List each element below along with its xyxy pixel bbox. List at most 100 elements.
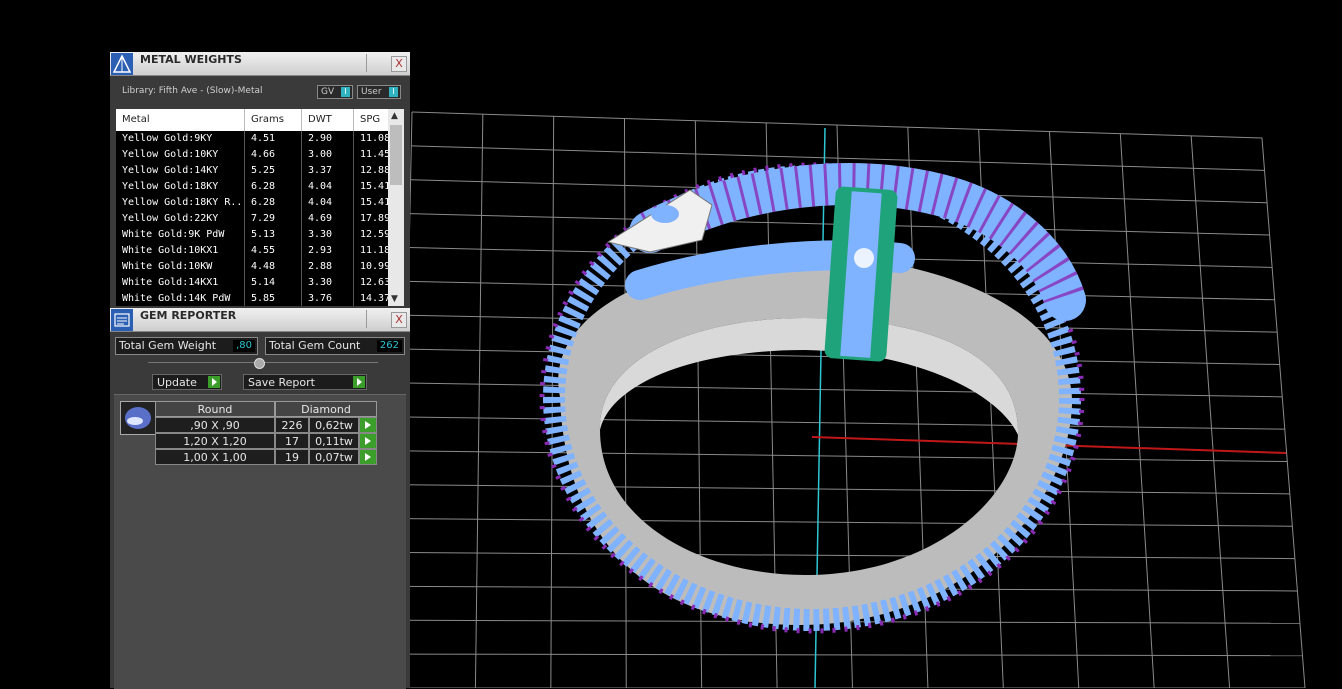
grams-cell: 5.85	[245, 291, 302, 306]
dwt-cell: 2.88	[302, 259, 354, 275]
snake-ring-model[interactable]	[539, 162, 1086, 634]
gem-weight-cell: 0,07tw	[309, 449, 359, 465]
total-gem-count-field: Total Gem Count 262	[265, 337, 405, 355]
dwt-cell: 3.37	[302, 163, 354, 179]
grid-line-vertical	[474, 114, 484, 688]
row-action-button[interactable]	[359, 433, 377, 449]
title-separator	[366, 54, 367, 72]
column-header-spg[interactable]: SPG	[354, 109, 388, 131]
spg-cell: 11.18	[354, 243, 388, 259]
spg-cell: 10.99	[354, 259, 388, 275]
grams-cell: 4.51	[245, 131, 302, 147]
table-row[interactable]: Yellow Gold:18KY 6.28 4.04 15.41	[116, 179, 388, 195]
metal-name-cell: White Gold:10KW	[116, 259, 245, 275]
spg-cell: 17.89	[354, 211, 388, 227]
table-row[interactable]: White Gold:10KW 4.48 2.88 10.99	[116, 259, 388, 275]
total-gem-weight-value: ,80	[233, 340, 255, 352]
metal-weights-table[interactable]: Metal Grams DWT SPG Yellow Gold:9KY 4.51 2…	[116, 109, 388, 306]
grams-cell: 4.66	[245, 147, 302, 163]
gem-weight-cell: 0,11tw	[309, 433, 359, 449]
scrollbar-thumb[interactable]	[390, 125, 402, 185]
go-arrow-icon	[353, 376, 365, 388]
save-report-button[interactable]: Save Report	[243, 374, 367, 390]
update-button[interactable]: Update	[152, 374, 222, 390]
table-row[interactable]: White Gold:10KX1 4.55 2.93 11.18	[116, 243, 388, 259]
metal-table-scrollbar[interactable]: ▲ ▼	[388, 109, 404, 306]
column-header-metal[interactable]: Metal	[116, 109, 245, 131]
gv-toggle[interactable]: GV I	[317, 85, 353, 99]
table-row[interactable]: Yellow Gold:22KY 7.29 4.69 17.89	[116, 211, 388, 227]
grid-line-vertical	[624, 118, 627, 688]
gem-count-cell: 17	[275, 433, 309, 449]
title-separator	[366, 310, 367, 328]
table-row[interactable]: White Gold:14KX1 5.14 3.30 12.63	[116, 275, 388, 291]
scroll-up-icon[interactable]: ▲	[391, 111, 398, 121]
gem-thumbnail-icon[interactable]	[120, 401, 156, 435]
column-header-grams[interactable]: Grams	[245, 109, 302, 131]
table-row[interactable]: White Gold:14K PdW 5.85 3.76 14.37	[116, 291, 388, 306]
metal-name-cell: White Gold:14K PdW	[116, 291, 245, 306]
spg-cell: 14.37	[354, 291, 388, 306]
column-header-dwt[interactable]: DWT	[302, 109, 354, 131]
metal-weights-titlebar[interactable]: METAL WEIGHTS X	[110, 52, 410, 76]
row-action-button[interactable]	[359, 417, 377, 433]
dwt-cell: 2.90	[302, 131, 354, 147]
gem-size-cell: 1,00 X 1,00	[155, 449, 275, 465]
spg-cell: 15.41	[354, 195, 388, 211]
metal-name-cell: Yellow Gold:18KY R...	[116, 195, 245, 211]
user-toggle-label: User	[361, 87, 382, 97]
gem-table-row: ,90 X ,90 226 0,62tw	[155, 417, 377, 433]
spg-cell: 11.08	[354, 131, 388, 147]
grams-cell: 4.48	[245, 259, 302, 275]
table-row[interactable]: Yellow Gold:14KY 5.25 3.37 12.88	[116, 163, 388, 179]
dwt-cell: 2.93	[302, 243, 354, 259]
metal-name-cell: White Gold:9K PdW	[116, 227, 245, 243]
spg-cell: 12.59	[354, 227, 388, 243]
metal-weights-title: METAL WEIGHTS	[140, 53, 242, 66]
gem-reporter-titlebar[interactable]: GEM REPORTER X	[110, 308, 410, 332]
gem-size-cell: 1,20 X 1,20	[155, 433, 275, 449]
row-action-button[interactable]	[359, 449, 377, 465]
gem-size-cell: ,90 X ,90	[155, 417, 275, 433]
dwt-cell: 3.30	[302, 227, 354, 243]
total-gem-count-value: 262	[376, 340, 402, 352]
dwt-cell: 4.69	[302, 211, 354, 227]
grams-cell: 5.25	[245, 163, 302, 179]
go-arrow-icon	[208, 376, 220, 388]
close-icon[interactable]: X	[391, 312, 407, 328]
slider-knob[interactable]	[254, 358, 265, 369]
grams-cell: 5.14	[245, 275, 302, 291]
spg-cell: 12.63	[354, 275, 388, 291]
scroll-down-icon[interactable]: ▼	[391, 294, 398, 304]
library-label: Library: Fifth Ave - (Slow)-Metal	[122, 86, 263, 96]
table-row[interactable]: Yellow Gold:9KY 4.51 2.90 11.08	[116, 131, 388, 147]
gem-reporter-panel-icon	[111, 309, 133, 331]
dwt-cell: 4.04	[302, 195, 354, 211]
total-gem-weight-field: Total Gem Weight ,80	[115, 337, 258, 355]
total-gem-weight-label: Total Gem Weight	[119, 339, 217, 352]
table-row[interactable]: White Gold:9K PdW 5.13 3.30 12.59	[116, 227, 388, 243]
gv-toggle-label: GV	[321, 87, 335, 97]
metal-name-cell: Yellow Gold:22KY	[116, 211, 245, 227]
grid-line-vertical	[1261, 137, 1306, 688]
gem-list-area: Round Diamond ,90 X ,90 226 0,62tw 1,20 X 1…	[114, 394, 406, 689]
spg-cell: 15.41	[354, 179, 388, 195]
gem-header-type: Diamond	[275, 401, 377, 417]
dwt-cell: 3.76	[302, 291, 354, 306]
metal-weights-panel: Library: Fifth Ave - (Slow)-Metal GV I U…	[110, 76, 410, 308]
metal-table-header: Metal Grams DWT SPG	[116, 109, 388, 131]
gem-table-row: 1,20 X 1,20 17 0,11tw	[155, 433, 377, 449]
metal-name-cell: Yellow Gold:18KY	[116, 179, 245, 195]
close-icon[interactable]: X	[391, 56, 407, 72]
grams-cell: 4.55	[245, 243, 302, 259]
grams-cell: 6.28	[245, 179, 302, 195]
metal-name-cell: White Gold:14KX1	[116, 275, 245, 291]
grams-cell: 6.28	[245, 195, 302, 211]
metal-name-cell: Yellow Gold:14KY	[116, 163, 245, 179]
user-toggle[interactable]: User I	[357, 85, 401, 99]
grid-line-vertical	[1190, 135, 1231, 688]
grid-line-vertical	[1119, 133, 1155, 688]
table-row[interactable]: Yellow Gold:18KY R... 6.28 4.04 15.41	[116, 195, 388, 211]
table-row[interactable]: Yellow Gold:10KY 4.66 3.00 11.45	[116, 147, 388, 163]
spg-cell: 11.45	[354, 147, 388, 163]
